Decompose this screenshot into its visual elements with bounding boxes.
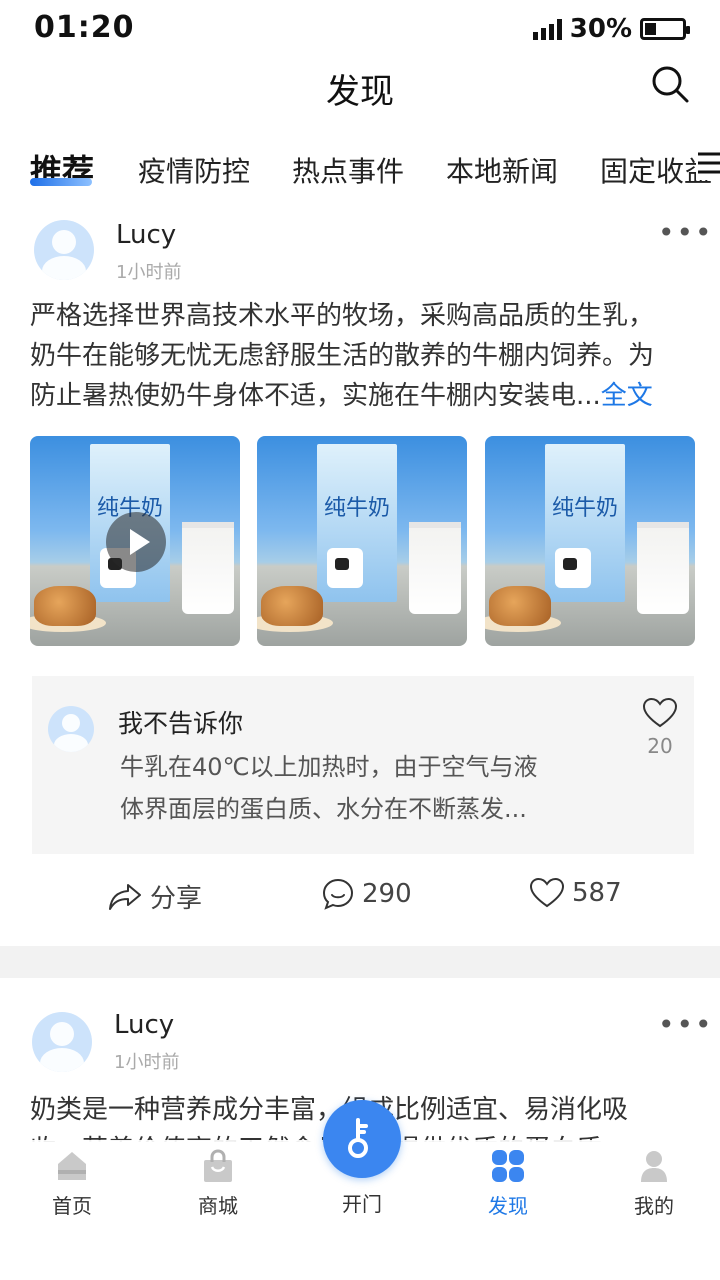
comment-like-button[interactable]: 20: [640, 697, 680, 758]
search-button[interactable]: [650, 64, 690, 104]
product-label: 纯牛奶: [551, 496, 618, 521]
share-icon: [109, 883, 141, 910]
bread-image: [261, 586, 323, 626]
like-count: 587: [572, 878, 622, 908]
more-options-button[interactable]: •••: [658, 1008, 714, 1041]
tab-hot-events[interactable]: 热点事件: [292, 150, 404, 190]
comment-like-count: 20: [647, 734, 673, 758]
comment-text: 牛乳在40℃以上加热时，由于空气与液 体界面层的蛋白质、水分在不断蒸发...: [120, 746, 620, 830]
full-text-link[interactable]: 全文: [601, 381, 653, 411]
nav-discover[interactable]: 发现: [458, 1148, 558, 1219]
profile-icon: [636, 1148, 672, 1184]
post-text-line: 严格选择世界高技术水平的牧场，采购高品质的生乳，: [30, 301, 655, 331]
post-image-thumbnail[interactable]: 纯牛奶: [485, 436, 695, 646]
nav-home[interactable]: 首页: [22, 1148, 122, 1219]
heart-icon: [642, 697, 678, 728]
category-tabs: 推荐 疫情防控 热点事件 本地新闻 固定收益: [0, 140, 720, 200]
comment-count: 290: [362, 879, 412, 909]
shop-bag-icon: [200, 1148, 236, 1184]
open-door-label: 开门: [342, 1192, 382, 1216]
battery-percent: 30%: [569, 14, 632, 44]
more-options-button[interactable]: •••: [658, 216, 714, 249]
comment-icon: [322, 878, 354, 910]
battery-icon: [640, 18, 690, 40]
page-title: 发现: [326, 72, 394, 112]
milk-carton: 纯牛奶: [545, 444, 625, 602]
nav-label: 我的: [634, 1194, 674, 1218]
post-username[interactable]: Lucy: [114, 1010, 174, 1040]
bread-image: [34, 586, 96, 626]
avatar[interactable]: [32, 1012, 92, 1072]
post-image-thumbnail[interactable]: 纯牛奶: [257, 436, 467, 646]
post-text-line: 奶牛在能够无忧无虑舒服生活的散养的牛棚内饲养。为: [30, 341, 655, 371]
comment-button[interactable]: 290: [322, 878, 412, 910]
post-divider: [0, 946, 720, 978]
comment-username[interactable]: 我不告诉你: [118, 704, 243, 740]
comment-text-line: 牛乳在40℃以上加热时，由于空气与液: [120, 753, 538, 781]
bread-image: [489, 586, 551, 626]
post-video-thumbnail[interactable]: 纯牛奶: [30, 436, 240, 646]
status-time: 01:20: [34, 10, 135, 45]
open-door-button[interactable]: [323, 1100, 401, 1178]
post-time: 1小时前: [114, 1052, 180, 1073]
status-right: 30%: [532, 14, 690, 44]
heart-icon: [530, 878, 564, 908]
post-text: 严格选择世界高技术水平的牧场，采购高品质的生乳， 奶牛在能够无忧无虑舒服生活的散…: [30, 296, 700, 416]
nav-shop[interactable]: 商城: [168, 1148, 268, 1219]
milk-glass: [409, 522, 461, 614]
nav-profile[interactable]: 我的: [604, 1148, 704, 1219]
status-bar: 01:20 30%: [0, 0, 720, 60]
page-header: 发现: [0, 60, 720, 120]
share-button[interactable]: 分享: [108, 878, 202, 915]
home-icon: [54, 1148, 90, 1184]
post-action-bar: 分享 290 587: [0, 870, 720, 926]
tab-menu-button[interactable]: [696, 146, 720, 180]
like-button[interactable]: 587: [530, 878, 622, 908]
tab-local-news[interactable]: 本地新闻: [446, 150, 558, 190]
product-label: 纯牛奶: [323, 496, 390, 521]
post-username[interactable]: Lucy: [116, 220, 176, 250]
nav-label: 商城: [198, 1194, 238, 1218]
post-time: 1小时前: [116, 262, 182, 283]
search-icon: [652, 66, 689, 103]
milk-glass: [182, 522, 234, 614]
post-text-line: 防止暑热使奶牛身体不适，实施在牛棚内安装电...全文: [30, 381, 653, 411]
comment-avatar[interactable]: [48, 706, 94, 752]
discover-grid-icon: [490, 1148, 526, 1184]
milk-carton: 纯牛奶: [317, 444, 397, 602]
open-door-icon: [348, 1118, 368, 1158]
tab-active-indicator: [30, 178, 92, 186]
nav-label: 首页: [52, 1194, 92, 1218]
avatar[interactable]: [34, 220, 94, 280]
nav-label: 发现: [488, 1194, 528, 1218]
play-icon[interactable]: [106, 512, 166, 572]
comment-preview[interactable]: 我不告诉你 牛乳在40℃以上加热时，由于空气与液 体界面层的蛋白质、水分在不断蒸…: [32, 676, 694, 854]
menu-icon: [698, 152, 720, 174]
signal-icon: [532, 18, 562, 40]
share-label: 分享: [150, 884, 203, 914]
milk-glass: [637, 522, 689, 614]
tab-epidemic[interactable]: 疫情防控: [138, 150, 250, 190]
comment-text-line: 体界面层的蛋白质、水分在不断蒸发...: [120, 795, 527, 823]
